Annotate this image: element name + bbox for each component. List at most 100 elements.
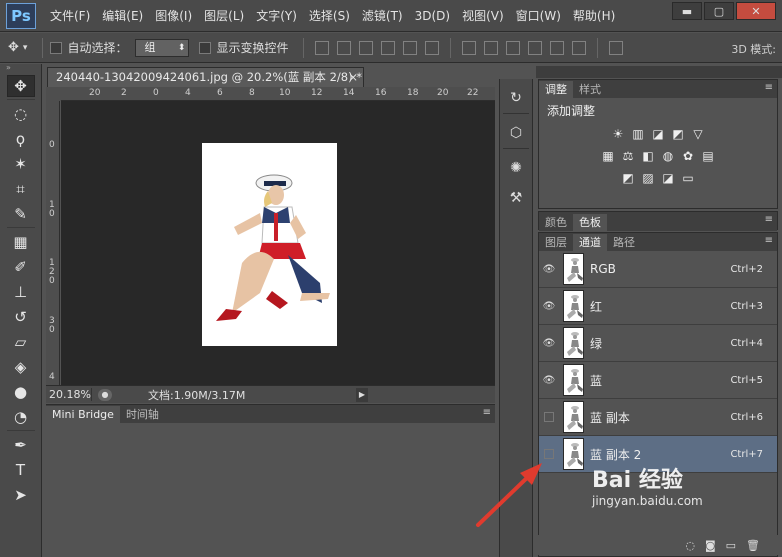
tab-color[interactable]: 颜色 (539, 214, 573, 231)
channel-row[interactable]: 👁 绿 Ctrl+4 (539, 325, 777, 362)
color-lookup-icon[interactable]: ▤ (700, 149, 716, 163)
channel-row[interactable]: 蓝 副本 Ctrl+6 (539, 399, 777, 436)
horizontal-ruler[interactable]: 20 2 0 4 6 8 10 12 14 16 18 20 22 (61, 87, 495, 101)
move-tool-icon[interactable]: ✥ (8, 40, 19, 55)
menu-layer[interactable]: 图层(L) (198, 0, 250, 32)
tab-timeline[interactable]: 时间轴 (120, 406, 165, 423)
auto-align-icon[interactable] (609, 40, 624, 55)
threshold-icon[interactable]: ◪ (660, 171, 676, 185)
distribute-bottom-icon[interactable] (506, 40, 521, 55)
panel-menu-icon[interactable]: ≡ (483, 407, 491, 418)
3d-icon[interactable]: ⬡ (504, 122, 528, 144)
brush-presets-icon[interactable]: ✺ (504, 157, 528, 179)
posterize-icon[interactable]: ▨ (640, 171, 656, 185)
channel-row[interactable]: 👁 蓝 Ctrl+5 (539, 362, 777, 399)
tool-presets-icon[interactable]: ⚒ (504, 187, 528, 209)
align-right-icon[interactable] (425, 40, 440, 55)
menu-filter[interactable]: 滤镜(T) (356, 0, 409, 32)
visibility-eye-icon[interactable]: 👁 (539, 264, 559, 275)
visibility-eye-icon[interactable]: 👁 (539, 375, 559, 386)
distribute-right-icon[interactable] (572, 40, 587, 55)
photo-filter-icon[interactable]: ◍ (660, 149, 676, 163)
paint-bucket-tool-icon[interactable]: ◈ (7, 356, 35, 378)
status-menu-arrow-icon[interactable]: ▶ (356, 387, 368, 402)
invert-icon[interactable]: ◩ (620, 171, 636, 185)
menu-select[interactable]: 选择(S) (303, 0, 356, 32)
tool-preset-dropdown-icon[interactable]: ▾ (23, 43, 28, 53)
menu-edit[interactable]: 编辑(E) (96, 0, 149, 32)
align-left-icon[interactable] (381, 40, 396, 55)
black-white-icon[interactable]: ◧ (640, 149, 656, 163)
brush-tool-icon[interactable]: ✐ (7, 256, 35, 278)
vibrance-icon[interactable]: ▽ (690, 127, 706, 141)
tab-channels[interactable]: 通道 (573, 234, 607, 251)
clone-stamp-tool-icon[interactable]: ⊥ (7, 281, 35, 303)
hue-saturation-icon[interactable]: ▦ (600, 149, 616, 163)
menu-type[interactable]: 文字(Y) (250, 0, 303, 32)
tab-mini-bridge[interactable]: Mini Bridge (46, 406, 120, 423)
curves-icon[interactable]: ◪ (650, 127, 666, 141)
vertical-ruler[interactable]: 0 1 0 1 2 0 3 0 4 (46, 101, 60, 385)
align-vcenter-icon[interactable] (337, 40, 352, 55)
document-tab[interactable]: 240440-13042009424061.jpg @ 20.2%(蓝 副本 2… (47, 67, 364, 87)
menu-help[interactable]: 帮助(H) (567, 0, 621, 32)
dodge-tool-icon[interactable]: ◔ (7, 406, 35, 428)
tab-styles[interactable]: 样式 (573, 81, 607, 98)
crop-tool-icon[interactable]: ⌗ (7, 178, 35, 200)
channel-mixer-icon[interactable]: ✿ (680, 149, 696, 163)
menu-image[interactable]: 图像(I) (149, 0, 198, 32)
menu-file[interactable]: 文件(F) (44, 0, 96, 32)
ruler-corner[interactable] (46, 87, 61, 101)
channel-row[interactable]: 👁 RGB Ctrl+2 (539, 251, 777, 288)
visibility-toggle[interactable] (544, 412, 554, 422)
tab-adjustments[interactable]: 调整 (539, 81, 573, 98)
menu-view[interactable]: 视图(V) (456, 0, 510, 32)
auto-select-target-select[interactable]: 组 (135, 38, 190, 57)
path-selection-tool-icon[interactable]: ➤ (7, 484, 35, 506)
tab-layers[interactable]: 图层 (539, 234, 573, 251)
close-button[interactable]: ✕ (736, 2, 776, 20)
visibility-eye-icon[interactable]: 👁 (539, 301, 559, 312)
color-balance-icon[interactable]: ⚖ (620, 149, 636, 163)
panel-menu-icon[interactable]: ≡ (765, 235, 773, 246)
menu-window[interactable]: 窗口(W) (510, 0, 567, 32)
canvas-area[interactable] (61, 101, 495, 385)
distribute-hcenter-icon[interactable] (550, 40, 565, 55)
eraser-tool-icon[interactable]: ▱ (7, 331, 35, 353)
zoom-level[interactable]: 20.18% (46, 388, 92, 401)
menu-3d[interactable]: 3D(D) (409, 0, 456, 32)
tab-swatches[interactable]: 色板 (573, 214, 607, 231)
distribute-left-icon[interactable] (528, 40, 543, 55)
panel-menu-icon[interactable]: ≡ (765, 82, 773, 93)
distribute-top-icon[interactable] (462, 40, 477, 55)
magic-wand-tool-icon[interactable]: ✶ (7, 153, 35, 175)
maximize-button[interactable]: ▢ (704, 2, 734, 20)
healing-brush-tool-icon[interactable]: ▦ (7, 231, 35, 253)
panel-menu-icon[interactable]: ≡ (765, 214, 773, 225)
auto-select-checkbox[interactable] (50, 41, 63, 54)
document-image[interactable] (202, 143, 337, 346)
brightness-icon[interactable]: ☀ (610, 127, 626, 141)
tab-paths[interactable]: 路径 (607, 234, 641, 251)
align-top-icon[interactable] (315, 40, 330, 55)
marquee-tool-icon[interactable]: ◌ (7, 103, 35, 125)
document-info-icon[interactable]: ● (98, 388, 112, 401)
type-tool-icon[interactable]: T (7, 459, 35, 481)
move-tool-icon[interactable]: ✥ (6, 75, 35, 97)
history-icon[interactable]: ↻ (504, 87, 528, 109)
pen-tool-icon[interactable]: ✒ (7, 434, 35, 456)
history-brush-tool-icon[interactable]: ↺ (7, 306, 35, 328)
exposure-icon[interactable]: ◩ (670, 127, 686, 141)
align-hcenter-icon[interactable] (403, 40, 418, 55)
toolbox-collapse-icon[interactable]: » (0, 64, 41, 72)
lasso-tool-icon[interactable]: ϙ (7, 128, 35, 150)
minimize-button[interactable]: ▬ (672, 2, 702, 20)
align-bottom-icon[interactable] (359, 40, 374, 55)
gradient-map-icon[interactable]: ▭ (680, 171, 696, 185)
blur-tool-icon[interactable]: ● (7, 381, 35, 403)
channel-row[interactable]: 👁 红 Ctrl+3 (539, 288, 777, 325)
distribute-vcenter-icon[interactable] (484, 40, 499, 55)
show-transform-checkbox[interactable] (199, 41, 212, 54)
levels-icon[interactable]: ▥ (630, 127, 646, 141)
eyedropper-tool-icon[interactable]: ✎ (7, 203, 35, 225)
